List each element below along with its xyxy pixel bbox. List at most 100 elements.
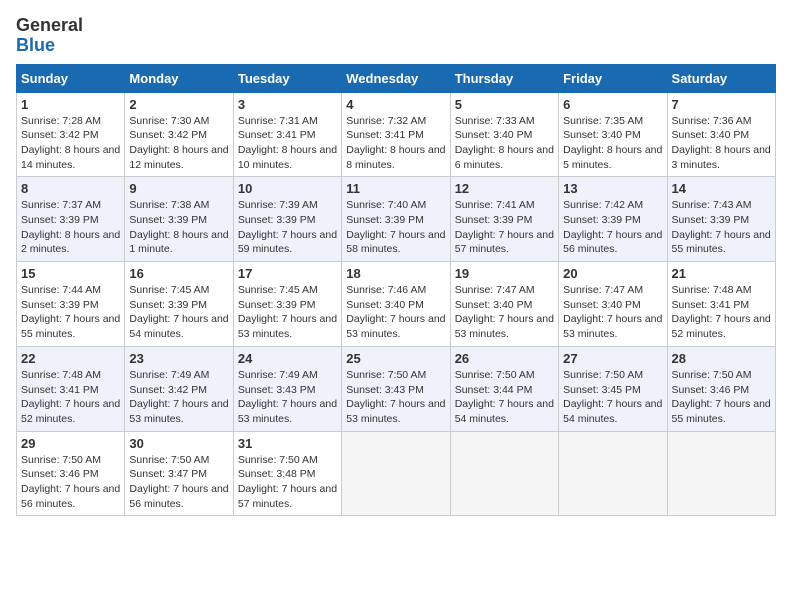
calendar-cell: 8 Sunrise: 7:37 AMSunset: 3:39 PMDaylight… [17,177,125,262]
calendar-cell: 21 Sunrise: 7:48 AMSunset: 3:41 PMDayligh… [667,262,775,347]
weekday-header: Friday [559,64,667,92]
calendar-cell: 11 Sunrise: 7:40 AMSunset: 3:39 PMDayligh… [342,177,450,262]
day-info: Sunrise: 7:50 AMSunset: 3:43 PMDaylight:… [346,368,445,427]
day-number: 10 [238,181,337,196]
day-number: 24 [238,351,337,366]
day-number: 21 [672,266,771,281]
day-number: 28 [672,351,771,366]
day-number: 16 [129,266,228,281]
calendar-cell: 26 Sunrise: 7:50 AMSunset: 3:44 PMDayligh… [450,346,558,431]
day-info: Sunrise: 7:33 AMSunset: 3:40 PMDaylight:… [455,114,554,173]
day-info: Sunrise: 7:41 AMSunset: 3:39 PMDaylight:… [455,198,554,257]
calendar-cell: 4 Sunrise: 7:32 AMSunset: 3:41 PMDaylight… [342,92,450,177]
day-number: 22 [21,351,120,366]
day-number: 15 [21,266,120,281]
day-info: Sunrise: 7:39 AMSunset: 3:39 PMDaylight:… [238,198,337,257]
day-number: 20 [563,266,662,281]
weekday-header-row: SundayMondayTuesdayWednesdayThursdayFrid… [17,64,776,92]
calendar-cell: 12 Sunrise: 7:41 AMSunset: 3:39 PMDayligh… [450,177,558,262]
calendar-cell: 28 Sunrise: 7:50 AMSunset: 3:46 PMDayligh… [667,346,775,431]
weekday-header: Monday [125,64,233,92]
day-number: 6 [563,97,662,112]
calendar-cell [450,431,558,516]
day-number: 4 [346,97,445,112]
day-number: 11 [346,181,445,196]
calendar-cell: 14 Sunrise: 7:43 AMSunset: 3:39 PMDayligh… [667,177,775,262]
logo-text: General Blue [16,16,83,56]
day-number: 17 [238,266,337,281]
calendar-cell: 20 Sunrise: 7:47 AMSunset: 3:40 PMDayligh… [559,262,667,347]
day-number: 5 [455,97,554,112]
day-info: Sunrise: 7:38 AMSunset: 3:39 PMDaylight:… [129,198,228,257]
calendar-week-row: 8 Sunrise: 7:37 AMSunset: 3:39 PMDaylight… [17,177,776,262]
day-number: 7 [672,97,771,112]
day-info: Sunrise: 7:50 AMSunset: 3:47 PMDaylight:… [129,453,228,512]
day-info: Sunrise: 7:45 AMSunset: 3:39 PMDaylight:… [238,283,337,342]
day-info: Sunrise: 7:49 AMSunset: 3:42 PMDaylight:… [129,368,228,427]
day-info: Sunrise: 7:49 AMSunset: 3:43 PMDaylight:… [238,368,337,427]
day-number: 31 [238,436,337,451]
calendar-cell: 1 Sunrise: 7:28 AMSunset: 3:42 PMDaylight… [17,92,125,177]
calendar-cell: 22 Sunrise: 7:48 AMSunset: 3:41 PMDayligh… [17,346,125,431]
day-info: Sunrise: 7:47 AMSunset: 3:40 PMDaylight:… [563,283,662,342]
day-info: Sunrise: 7:48 AMSunset: 3:41 PMDaylight:… [21,368,120,427]
weekday-header: Thursday [450,64,558,92]
day-number: 26 [455,351,554,366]
calendar-cell: 7 Sunrise: 7:36 AMSunset: 3:40 PMDaylight… [667,92,775,177]
day-info: Sunrise: 7:32 AMSunset: 3:41 PMDaylight:… [346,114,445,173]
day-info: Sunrise: 7:37 AMSunset: 3:39 PMDaylight:… [21,198,120,257]
calendar-cell: 2 Sunrise: 7:30 AMSunset: 3:42 PMDaylight… [125,92,233,177]
calendar-cell: 31 Sunrise: 7:50 AMSunset: 3:48 PMDayligh… [233,431,341,516]
day-number: 8 [21,181,120,196]
day-number: 12 [455,181,554,196]
day-info: Sunrise: 7:43 AMSunset: 3:39 PMDaylight:… [672,198,771,257]
day-number: 2 [129,97,228,112]
calendar-cell: 18 Sunrise: 7:46 AMSunset: 3:40 PMDayligh… [342,262,450,347]
calendar-week-row: 22 Sunrise: 7:48 AMSunset: 3:41 PMDayligh… [17,346,776,431]
day-info: Sunrise: 7:50 AMSunset: 3:48 PMDaylight:… [238,453,337,512]
calendar-week-row: 1 Sunrise: 7:28 AMSunset: 3:42 PMDaylight… [17,92,776,177]
calendar-table: SundayMondayTuesdayWednesdayThursdayFrid… [16,64,776,517]
weekday-header: Tuesday [233,64,341,92]
calendar-cell: 25 Sunrise: 7:50 AMSunset: 3:43 PMDayligh… [342,346,450,431]
day-number: 19 [455,266,554,281]
calendar-cell [667,431,775,516]
day-number: 29 [21,436,120,451]
calendar-cell: 23 Sunrise: 7:49 AMSunset: 3:42 PMDayligh… [125,346,233,431]
day-info: Sunrise: 7:50 AMSunset: 3:44 PMDaylight:… [455,368,554,427]
calendar-week-row: 15 Sunrise: 7:44 AMSunset: 3:39 PMDayligh… [17,262,776,347]
calendar-cell [342,431,450,516]
day-number: 3 [238,97,337,112]
calendar-cell: 16 Sunrise: 7:45 AMSunset: 3:39 PMDayligh… [125,262,233,347]
day-number: 14 [672,181,771,196]
day-number: 9 [129,181,228,196]
logo: General Blue [16,16,83,56]
day-info: Sunrise: 7:40 AMSunset: 3:39 PMDaylight:… [346,198,445,257]
day-info: Sunrise: 7:28 AMSunset: 3:42 PMDaylight:… [21,114,120,173]
day-number: 23 [129,351,228,366]
weekday-header: Sunday [17,64,125,92]
day-info: Sunrise: 7:36 AMSunset: 3:40 PMDaylight:… [672,114,771,173]
day-info: Sunrise: 7:45 AMSunset: 3:39 PMDaylight:… [129,283,228,342]
calendar-cell: 9 Sunrise: 7:38 AMSunset: 3:39 PMDaylight… [125,177,233,262]
calendar-cell: 29 Sunrise: 7:50 AMSunset: 3:46 PMDayligh… [17,431,125,516]
calendar-week-row: 29 Sunrise: 7:50 AMSunset: 3:46 PMDayligh… [17,431,776,516]
day-info: Sunrise: 7:50 AMSunset: 3:46 PMDaylight:… [21,453,120,512]
calendar-cell: 3Sunrise: 7:31 AMSunset: 3:41 PMDaylight… [233,92,341,177]
weekday-header: Wednesday [342,64,450,92]
calendar-cell: 27Sunrise: 7:50 AMSunset: 3:45 PMDayligh… [559,346,667,431]
day-number: 18 [346,266,445,281]
day-info: Sunrise: 7:30 AMSunset: 3:42 PMDaylight:… [129,114,228,173]
calendar-cell: 6 Sunrise: 7:35 AMSunset: 3:40 PMDaylight… [559,92,667,177]
day-number: 25 [346,351,445,366]
day-info: Sunrise: 7:50 AMSunset: 3:46 PMDaylight:… [672,368,771,427]
calendar-cell: 17 Sunrise: 7:45 AMSunset: 3:39 PMDayligh… [233,262,341,347]
day-number: 1 [21,97,120,112]
calendar-cell: 30Sunrise: 7:50 AMSunset: 3:47 PMDayligh… [125,431,233,516]
day-number: 27 [563,351,662,366]
day-info: Sunrise: 7:35 AMSunset: 3:40 PMDaylight:… [563,114,662,173]
page-header: General Blue [16,16,776,56]
day-info: Sunrise: 7:48 AMSunset: 3:41 PMDaylight:… [672,283,771,342]
day-info: Sunrise: 7:46 AMSunset: 3:40 PMDaylight:… [346,283,445,342]
day-info: Sunrise: 7:44 AMSunset: 3:39 PMDaylight:… [21,283,120,342]
